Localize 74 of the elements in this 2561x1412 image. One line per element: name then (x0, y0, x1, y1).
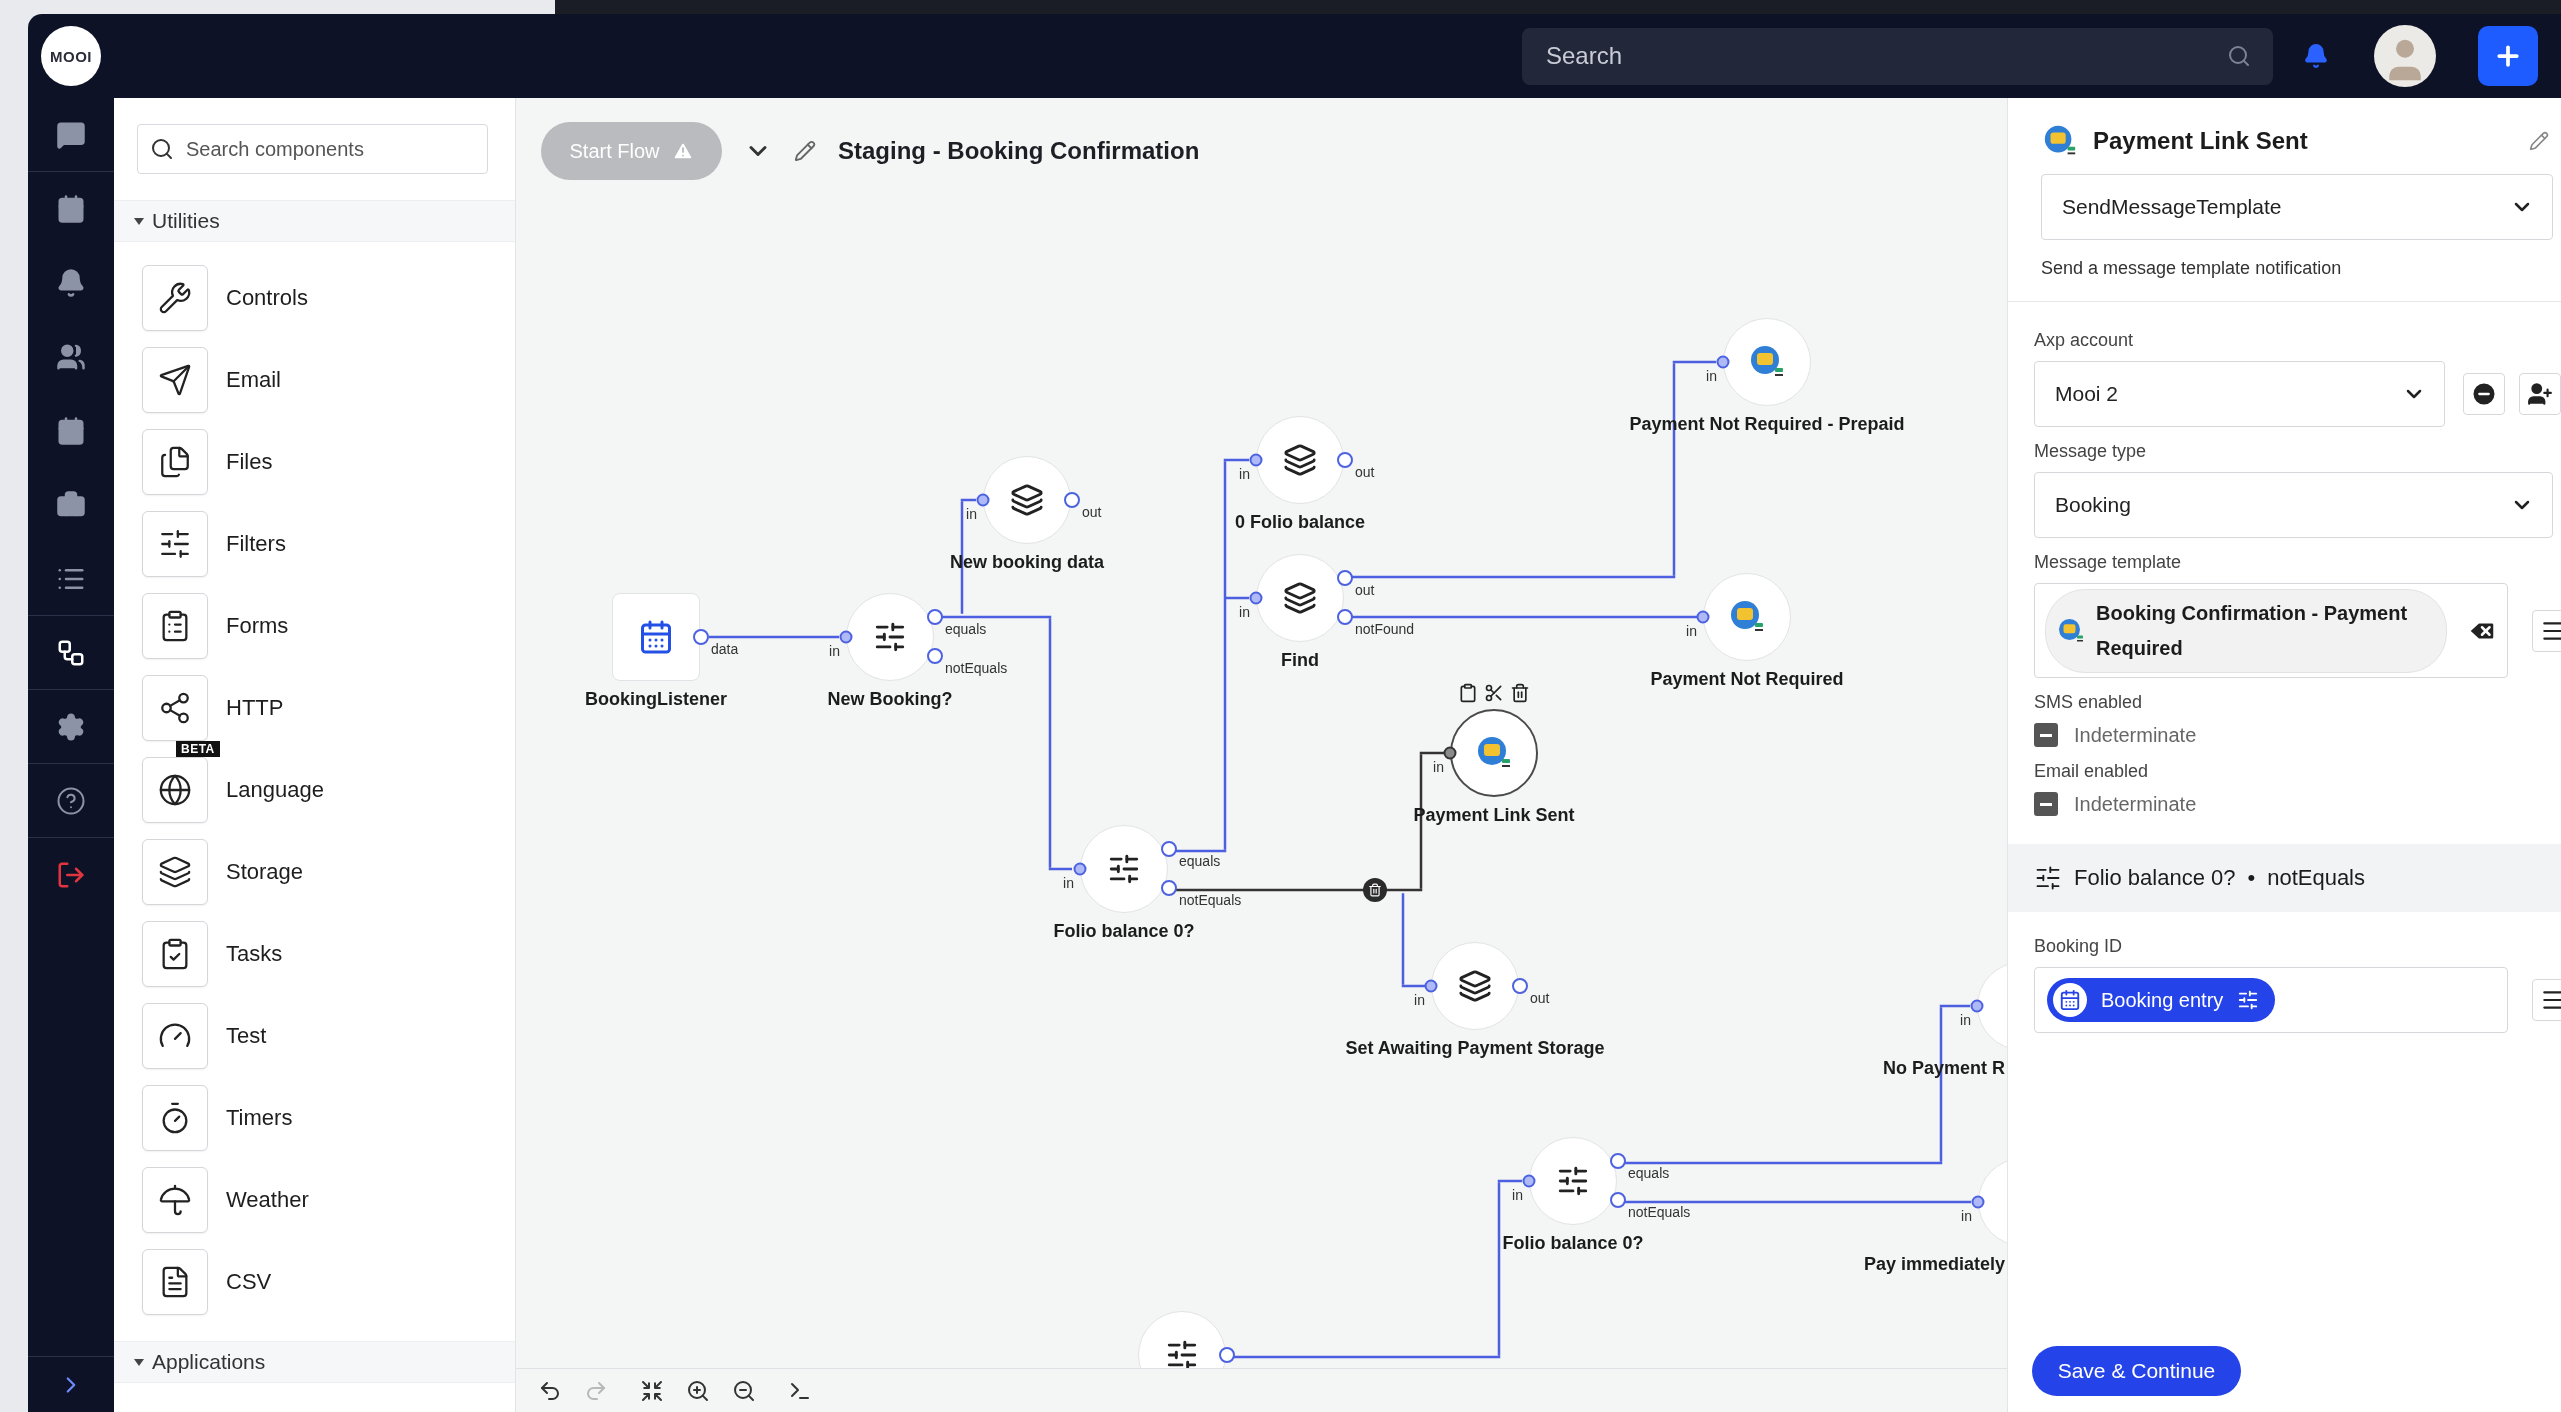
type-select[interactable]: Booking (2034, 472, 2553, 538)
section-header[interactable]: Applications (114, 1341, 515, 1383)
search-field[interactable]: Search components (137, 124, 488, 174)
source-output-label: notEquals (2267, 865, 2365, 891)
field-label: Axp account (2034, 330, 2135, 351)
port-label: in (1433, 759, 1444, 775)
port-label: data (711, 641, 739, 657)
field-label: Message template (2034, 552, 2183, 573)
panel-title: Payment Link Sent (2093, 127, 2309, 155)
component-label[interactable]: Tasks (226, 941, 283, 967)
port-label: equals (1179, 853, 1221, 869)
checkbox-label: Indeterminate (2074, 792, 2197, 816)
component-label[interactable]: Weather (226, 1187, 309, 1213)
field-label: Email enabled (2034, 761, 2150, 782)
port-label: in (1686, 623, 1697, 639)
account-select[interactable]: Mooi 2 (2034, 361, 2445, 427)
node-label: New Booking? (827, 689, 953, 710)
port-label: in (1414, 992, 1425, 1008)
field-label: Booking ID (2034, 936, 2124, 957)
node-label: Set Awaiting Payment Storage (1345, 1038, 1605, 1059)
port-label: in (1239, 466, 1250, 482)
port-label: in (1512, 1187, 1523, 1203)
node-label: BookingListener (585, 689, 727, 710)
component-select[interactable]: SendMessageTemplate (2041, 174, 2553, 240)
input-field[interactable]: Booking entry (2034, 967, 2508, 1033)
component-label[interactable]: Forms (226, 613, 289, 639)
field-label: Message type (2034, 441, 2148, 462)
component-description: Send a message template notification (2008, 240, 2561, 302)
value-chip[interactable]: Booking entry (2047, 978, 2276, 1022)
flow-title: Staging - Booking Confirmation (838, 137, 1200, 165)
component-label[interactable]: Filters (226, 531, 286, 557)
node-label: 0 Folio balance (1235, 512, 1365, 533)
port-label: notFound (1355, 621, 1415, 637)
port-label: in (1960, 1012, 1971, 1028)
port-label: notEquals (1179, 892, 1242, 908)
port-label: notEquals (1628, 1204, 1691, 1220)
port-label: in (1961, 1208, 1972, 1224)
component-label[interactable]: CSV (226, 1269, 272, 1295)
component-label[interactable]: Email (226, 367, 281, 393)
node-label: Find (1281, 650, 1319, 671)
search-input[interactable]: Search (1544, 41, 2227, 71)
port-label: out (1530, 990, 1550, 1006)
node-label: Payment Not Required (1650, 669, 1844, 690)
port-label: in (829, 643, 840, 659)
port-label: equals (1628, 1165, 1670, 1181)
port-label: in (966, 506, 977, 522)
component-label[interactable]: Timers (226, 1105, 293, 1131)
component-label[interactable]: Test (226, 1023, 267, 1049)
node-label: Folio balance 0? (1502, 1233, 1644, 1254)
port-label: out (1355, 582, 1375, 598)
port-label: out (1355, 464, 1375, 480)
node-label: Pay immediately (1863, 1254, 2005, 1275)
port-label: notEquals (945, 660, 1008, 676)
port-label: in (1239, 604, 1250, 620)
component-label[interactable]: Controls (226, 285, 308, 311)
port-label: out (1082, 504, 1102, 520)
field-label: SMS enabled (2034, 692, 2144, 713)
node-label: Folio balance 0? (1053, 921, 1195, 942)
beta-badge: BETA (176, 741, 220, 757)
component-label[interactable]: Language (226, 777, 324, 803)
port-label: in (1063, 875, 1074, 891)
port-label: in (1706, 368, 1717, 384)
port-label: equals (945, 621, 987, 637)
section-header[interactable]: Utilities (114, 200, 515, 242)
component-label[interactable]: Files (226, 449, 273, 475)
search-field[interactable]: Search (1522, 27, 2273, 85)
component-label[interactable]: HTTP (226, 695, 284, 721)
save-button[interactable]: Save & Continue (2032, 1346, 2241, 1396)
checkbox-label: Indeterminate (2074, 723, 2197, 747)
logo: MOOI (41, 26, 101, 86)
source-node-label: Folio balance 0? (2074, 865, 2236, 891)
component-label[interactable]: Storage (226, 859, 304, 885)
separator-text: • (2247, 865, 2256, 891)
template-chip[interactable]: Booking Confirmation - Payment Required (2045, 588, 2447, 673)
